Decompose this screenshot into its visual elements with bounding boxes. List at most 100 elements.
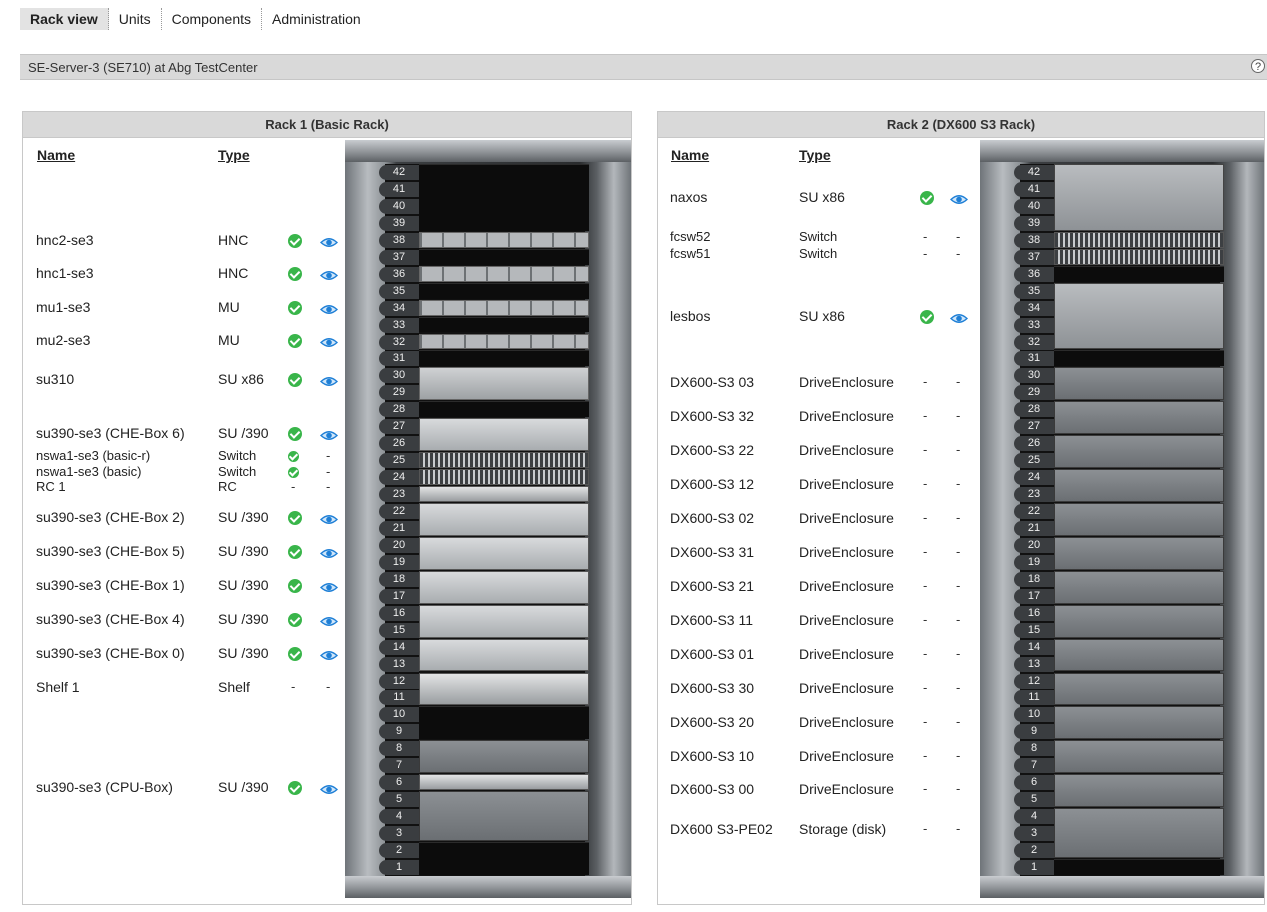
status-ok-icon bbox=[288, 334, 302, 348]
help-icon[interactable]: ? bbox=[1251, 59, 1265, 73]
view-eye-icon[interactable] bbox=[319, 428, 339, 440]
rack-device[interactable] bbox=[1054, 774, 1224, 808]
rack-device[interactable] bbox=[1054, 350, 1224, 367]
view-eye-icon[interactable] bbox=[319, 782, 339, 794]
rack-device[interactable] bbox=[419, 570, 589, 604]
view-eye-icon[interactable] bbox=[319, 268, 339, 280]
rack-device[interactable] bbox=[1054, 435, 1224, 469]
rack-device[interactable] bbox=[1054, 604, 1224, 638]
rack-device[interactable] bbox=[419, 486, 589, 502]
rack-device[interactable] bbox=[419, 638, 589, 672]
rack-device[interactable] bbox=[419, 503, 589, 536]
rack-device[interactable] bbox=[419, 299, 589, 316]
rack2-col-name[interactable]: Name bbox=[671, 147, 709, 163]
view-eye-icon[interactable] bbox=[319, 614, 339, 626]
view-eye-icon[interactable] bbox=[319, 335, 339, 347]
row-type: Switch bbox=[218, 464, 257, 479]
rack1-col-type[interactable]: Type bbox=[218, 147, 250, 163]
rack-device[interactable] bbox=[1054, 265, 1224, 282]
rack-device[interactable] bbox=[419, 367, 589, 401]
rack-device[interactable] bbox=[1054, 536, 1224, 570]
status-none: - bbox=[923, 781, 928, 796]
rack-device[interactable] bbox=[419, 842, 589, 875]
status-ok-icon bbox=[288, 234, 302, 248]
view-eye-icon[interactable] bbox=[319, 580, 339, 592]
rack-device[interactable] bbox=[1054, 248, 1224, 265]
rack-unit-label: 16 bbox=[1014, 605, 1054, 621]
view-none: - bbox=[956, 476, 961, 491]
rack-device[interactable] bbox=[419, 333, 589, 350]
tab-units[interactable]: Units bbox=[109, 8, 162, 30]
row-type: SU x86 bbox=[799, 189, 845, 205]
tab-components[interactable]: Components bbox=[162, 8, 263, 30]
tab-rack-view[interactable]: Rack view bbox=[20, 8, 109, 30]
rack-device[interactable] bbox=[419, 740, 589, 774]
rack2-graphic: 42 41 40 39 38 37 36 35 34 33 32 31 30 29 28 27 26 25 24 23… bbox=[980, 140, 1264, 898]
rack-device[interactable] bbox=[1054, 706, 1224, 740]
view-eye-icon[interactable] bbox=[319, 648, 339, 660]
view-eye-icon[interactable] bbox=[949, 311, 969, 323]
rack-device[interactable] bbox=[419, 248, 589, 265]
rack-device[interactable] bbox=[1054, 469, 1224, 502]
rack-device[interactable] bbox=[419, 418, 589, 452]
view-eye-icon[interactable] bbox=[319, 512, 339, 524]
rack-device[interactable] bbox=[1054, 367, 1224, 401]
rack1-bottom-frame bbox=[345, 876, 631, 898]
view-none: - bbox=[956, 714, 961, 729]
status-none: - bbox=[923, 680, 928, 695]
status-ok-icon bbox=[288, 373, 302, 387]
rack-device[interactable] bbox=[1054, 570, 1224, 604]
rack1-col-name[interactable]: Name bbox=[37, 147, 75, 163]
rack-device[interactable] bbox=[419, 672, 589, 706]
rack-device[interactable] bbox=[419, 282, 589, 299]
rack-device[interactable] bbox=[419, 316, 589, 333]
rack-device[interactable] bbox=[419, 265, 589, 282]
row-type: Switch bbox=[218, 448, 257, 463]
rack-device[interactable] bbox=[1054, 808, 1224, 858]
rack-device[interactable] bbox=[1054, 164, 1224, 231]
row-type: DriveEnclosure bbox=[799, 714, 894, 730]
row-type: DriveEnclosure bbox=[799, 374, 894, 390]
rack-device[interactable] bbox=[1054, 401, 1224, 435]
view-none: - bbox=[956, 612, 961, 627]
rack-device[interactable] bbox=[419, 791, 589, 841]
row-name: su390-se3 (CHE-Box 5) bbox=[36, 543, 185, 559]
row-type: SU /390 bbox=[218, 611, 269, 627]
rack-device[interactable] bbox=[1054, 740, 1224, 774]
rack-device[interactable] bbox=[419, 164, 589, 231]
rack-device[interactable] bbox=[419, 774, 589, 791]
rack-device[interactable] bbox=[419, 401, 589, 418]
rack-device[interactable] bbox=[419, 706, 589, 740]
rack-device[interactable] bbox=[419, 452, 589, 469]
rack-device[interactable] bbox=[1054, 858, 1224, 875]
rack-device[interactable] bbox=[419, 350, 589, 367]
rack-device[interactable] bbox=[1054, 282, 1224, 350]
rack-unit-label: 34 bbox=[1014, 300, 1054, 316]
view-none: - bbox=[326, 679, 331, 694]
row-type: SU /390 bbox=[218, 645, 269, 661]
rack-unit-label: 21 bbox=[379, 520, 419, 536]
rack-device[interactable] bbox=[419, 469, 589, 486]
row-name: su390-se3 (CHE-Box 1) bbox=[36, 577, 185, 593]
rack-unit-label: 1 bbox=[1014, 859, 1054, 875]
rack2-col-type[interactable]: Type bbox=[799, 147, 831, 163]
view-eye-icon[interactable] bbox=[319, 374, 339, 386]
rack-device[interactable] bbox=[419, 231, 589, 248]
view-eye-icon[interactable] bbox=[319, 235, 339, 247]
rack-unit-label: 35 bbox=[1014, 283, 1054, 299]
view-eye-icon[interactable] bbox=[949, 192, 969, 204]
rack-device[interactable] bbox=[419, 604, 589, 638]
status-ok-icon bbox=[288, 579, 302, 593]
rack-unit-label: 13 bbox=[1014, 656, 1054, 672]
rack-device[interactable] bbox=[1054, 231, 1224, 248]
rack-device[interactable] bbox=[1054, 638, 1224, 672]
rack-device[interactable] bbox=[419, 536, 589, 570]
rack-device[interactable] bbox=[1054, 672, 1224, 706]
rack-unit-label: 17 bbox=[379, 588, 419, 604]
view-eye-icon[interactable] bbox=[319, 302, 339, 314]
view-eye-icon[interactable] bbox=[319, 546, 339, 558]
rack-unit-label: 33 bbox=[1014, 317, 1054, 333]
rack-device[interactable] bbox=[1054, 503, 1224, 536]
rack-unit-label: 36 bbox=[379, 266, 419, 282]
tab-administration[interactable]: Administration bbox=[262, 8, 371, 30]
